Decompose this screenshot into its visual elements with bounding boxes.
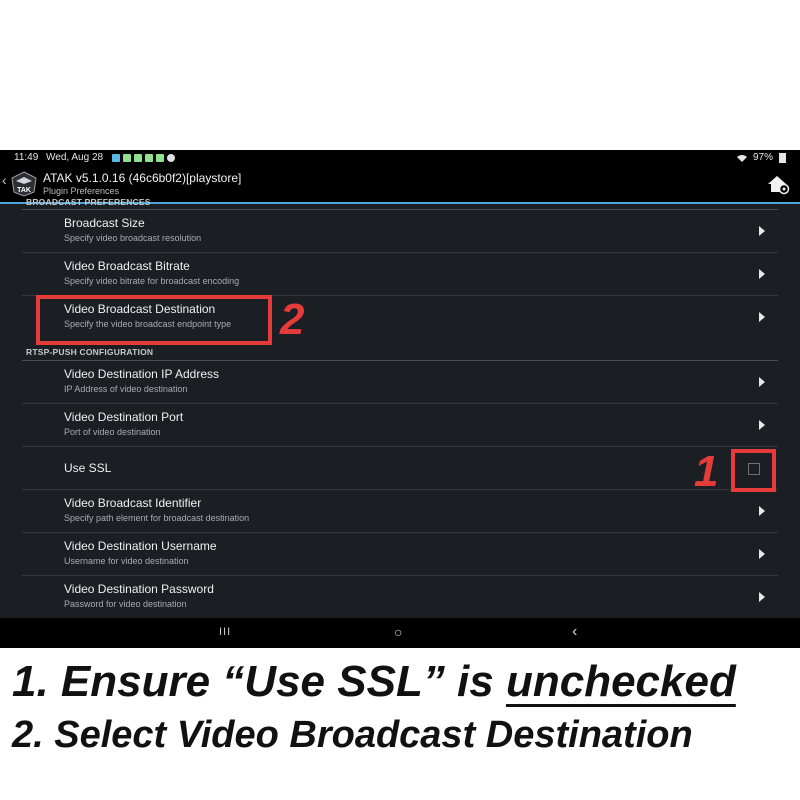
status-time: 11:49 [14,152,39,163]
section-header-rtsp-push: RTSP-PUSH CONFIGURATION [26,347,154,357]
pref-summary: Specify path element for broadcast desti… [64,513,250,523]
notification-icon [145,154,153,162]
chevron-left-icon[interactable]: ‹ [2,172,7,188]
home-button[interactable]: ○ [394,624,402,640]
chevron-right-icon [759,549,765,559]
battery-icon [779,153,786,163]
pref-broadcast-size[interactable]: Broadcast Size Specify video broadcast r… [0,210,800,253]
android-nav-bar: III ○ ‹ [0,618,800,648]
home-settings-icon[interactable] [766,173,790,195]
pref-title: Use SSL [64,461,112,475]
pref-title: Broadcast Size [64,216,145,230]
app-subtitle: Plugin Preferences [43,186,120,196]
pref-title: Video Destination Username [64,539,217,553]
pref-summary: Specify video bitrate for broadcast enco… [64,276,240,286]
instruction-1-emphasis: unchecked [505,657,736,706]
section-header-broadcast: BROADCAST PREFERENCES [26,197,151,207]
notification-icon [156,154,164,162]
pref-video-broadcast-bitrate[interactable]: Video Broadcast Bitrate Specify video bi… [0,253,800,296]
instruction-line-1: 1. Ensure “Use SSL” is unchecked [12,657,736,707]
status-right: 97% [736,150,786,166]
instruction-line-2: 2. Select Video Broadcast Destination [12,714,693,756]
pref-video-destination-username[interactable]: Video Destination Username Username for … [0,533,800,576]
recents-button[interactable]: III [219,626,231,638]
pref-title: Video Destination IP Address [64,367,219,381]
pref-title: Video Destination Password [64,582,214,596]
pref-summary: Username for video destination [64,556,189,566]
tablet-screen: 11:49 Wed, Aug 28 97% ‹ TAK ATAK v5.1.0.… [0,150,800,648]
pref-summary: Port of video destination [64,427,161,437]
chevron-right-icon [759,269,765,279]
pref-summary: Specify video broadcast resolution [64,233,202,243]
preferences-list[interactable]: BROADCAST PREFERENCES Broadcast Size Spe… [0,197,800,619]
pref-summary: IP Address of video destination [64,384,188,394]
wifi-icon [736,155,747,162]
notification-icon [134,154,142,162]
callout-number-1: 1 [694,447,719,496]
highlight-box-use-ssl [731,449,776,492]
pref-use-ssl[interactable]: Use SSL [0,447,800,490]
pref-summary: Password for video destination [64,599,187,609]
pref-title: Video Destination Port [64,410,184,424]
pref-title: Video Broadcast Bitrate [64,259,190,273]
chevron-right-icon [759,420,765,430]
chevron-right-icon [759,506,765,516]
battery-level: 97% [752,152,773,163]
pref-video-destination-password[interactable]: Video Destination Password Password for … [0,576,800,619]
status-bar: 11:49 Wed, Aug 28 97% [0,150,800,166]
pref-video-destination-ip[interactable]: Video Destination IP Address IP Address … [0,361,800,404]
chevron-right-icon [759,592,765,602]
notification-icon [167,154,175,162]
chevron-right-icon [759,226,765,236]
notification-icon [123,154,131,162]
chevron-right-icon [759,312,765,322]
status-date: Wed, Aug 28 [46,152,104,163]
highlight-box-destination [36,295,272,345]
logo-text: TAK [17,187,31,194]
back-button[interactable]: ‹ [572,623,577,641]
notification-icon [112,154,120,162]
notification-icons [112,154,175,162]
instruction-1-prefix: 1. Ensure “Use SSL” is [12,657,506,706]
tak-logo: TAK [11,171,37,197]
callout-number-2: 2 [280,295,305,344]
pref-title: Video Broadcast Identifier [64,496,202,510]
pref-video-destination-port[interactable]: Video Destination Port Port of video des… [0,404,800,447]
chevron-right-icon [759,377,765,387]
pref-video-broadcast-identifier[interactable]: Video Broadcast Identifier Specify path … [0,490,800,533]
app-title: ATAK v5.1.0.16 (46c6b0f2)[playstore] [43,171,242,185]
